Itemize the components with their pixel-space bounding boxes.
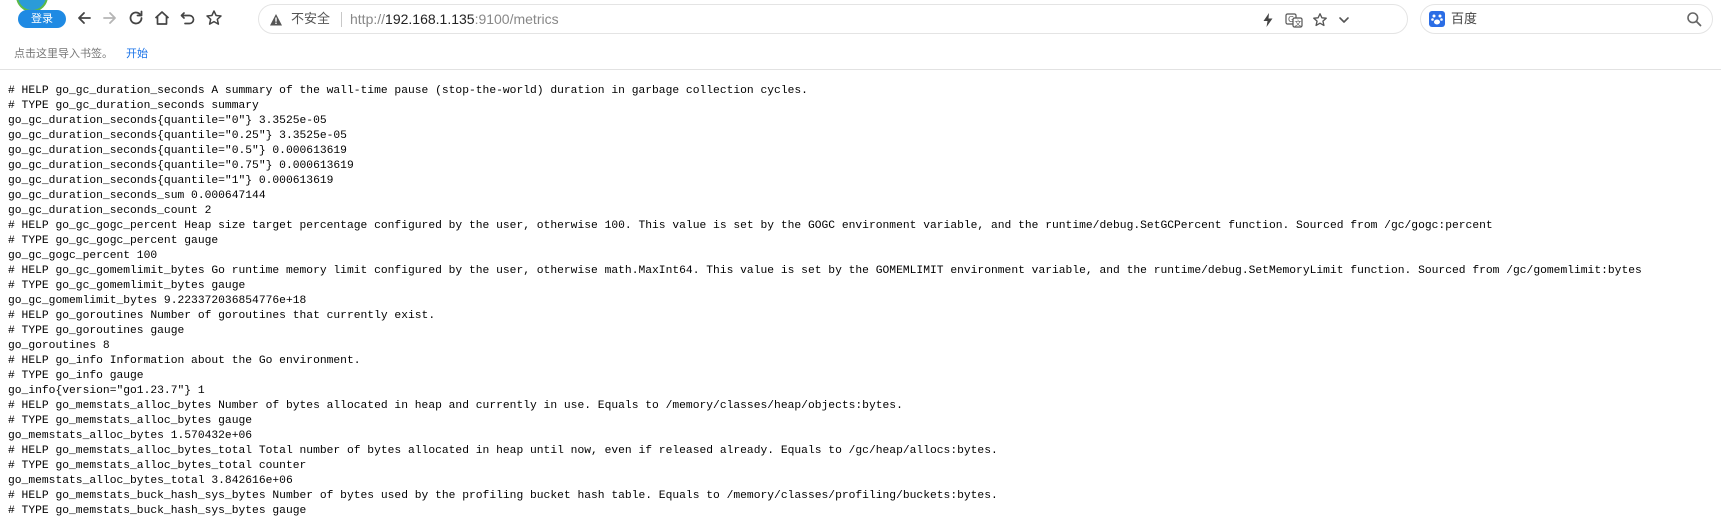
home-icon xyxy=(154,11,170,25)
metrics-line: go_gc_duration_seconds{quantile="1"} 0.0… xyxy=(8,175,334,187)
metrics-line: # HELP go_gc_gogc_percent Heap size targ… xyxy=(8,220,1493,232)
metrics-text: # HELP go_gc_duration_seconds A summary … xyxy=(8,84,1716,519)
metrics-line: # HELP go_goroutines Number of goroutine… xyxy=(8,310,436,322)
metrics-line: # TYPE go_memstats_buck_hash_sys_bytes g… xyxy=(8,505,307,517)
home-button[interactable] xyxy=(150,6,174,30)
metrics-line: go_goroutines 8 xyxy=(8,340,110,352)
back-button[interactable] xyxy=(72,6,96,30)
lightning-icon[interactable] xyxy=(1259,11,1277,29)
bookmarks-start-link[interactable]: 开始 xyxy=(126,47,148,61)
undo-button[interactable] xyxy=(176,6,200,30)
metrics-line: go_gc_gomemlimit_bytes 9.223372036854776… xyxy=(8,295,307,307)
url-text[interactable]: http://192.168.1.135:9100/metrics xyxy=(350,11,559,28)
translate-icon[interactable]: G 文 xyxy=(1285,11,1303,29)
metrics-line: go_gc_duration_seconds{quantile="0"} 3.3… xyxy=(8,115,327,127)
metrics-line: # TYPE go_goroutines gauge xyxy=(8,325,185,337)
search-box[interactable]: 百度 xyxy=(1420,4,1713,34)
bookmarks-bar: 点击这里导入书签。 开始 xyxy=(0,38,1721,70)
magnifier-icon[interactable] xyxy=(1686,11,1702,31)
chevron-down-icon[interactable] xyxy=(1335,11,1353,29)
metrics-line: go_info{version="go1.23.7"} 1 xyxy=(8,385,205,397)
url-host: 192.168.1.135 xyxy=(385,11,475,27)
metrics-line: go_gc_duration_seconds{quantile="0.75"} … xyxy=(8,160,354,172)
arrow-right-icon xyxy=(103,12,116,24)
svg-text:文: 文 xyxy=(1295,19,1302,28)
profile-button[interactable]: 登录 xyxy=(8,0,66,30)
metrics-line: # TYPE go_memstats_alloc_bytes gauge xyxy=(8,415,253,427)
metrics-line: go_gc_duration_seconds_count 2 xyxy=(8,205,212,217)
arrow-left-icon xyxy=(78,12,91,24)
address-divider xyxy=(341,12,342,27)
metrics-line: # HELP go_memstats_alloc_bytes_total Tot… xyxy=(8,445,998,457)
metrics-line: # TYPE go_memstats_alloc_bytes_total cou… xyxy=(8,460,307,472)
star-icon xyxy=(206,10,222,25)
login-badge[interactable]: 登录 xyxy=(18,10,66,28)
metrics-line: # TYPE go_gc_gomemlimit_bytes gauge xyxy=(8,280,246,292)
search-engine-label[interactable]: 百度 xyxy=(1451,11,1477,28)
metrics-line: # HELP go_memstats_buck_hash_sys_bytes N… xyxy=(8,490,998,502)
metrics-line: # HELP go_info Information about the Go … xyxy=(8,355,361,367)
metrics-line: # HELP go_gc_duration_seconds A summary … xyxy=(8,85,808,97)
undo-icon xyxy=(180,12,195,25)
favorites-button[interactable] xyxy=(202,6,226,30)
reload-icon xyxy=(129,10,143,25)
warning-triangle-icon[interactable] xyxy=(269,12,283,31)
reload-button[interactable] xyxy=(124,6,148,30)
paw-icon[interactable] xyxy=(1429,11,1445,27)
metrics-line: go_gc_duration_seconds{quantile="0.25"} … xyxy=(8,130,347,142)
forward-button[interactable] xyxy=(98,6,122,30)
metrics-line: go_gc_duration_seconds_sum 0.000647144 xyxy=(8,190,266,202)
bookmarks-import-hint: 点击这里导入书签。 xyxy=(14,47,113,60)
bookmark-star-icon[interactable] xyxy=(1311,11,1329,29)
metrics-line: go_memstats_alloc_bytes 1.570432e+06 xyxy=(8,430,253,442)
metrics-line: # TYPE go_gc_gogc_percent gauge xyxy=(8,235,219,247)
metrics-line: go_gc_gogc_percent 100 xyxy=(8,250,158,262)
metrics-line: # HELP go_gc_gomemlimit_bytes Go runtime… xyxy=(8,265,1642,277)
metrics-line: go_memstats_alloc_bytes_total 3.842616e+… xyxy=(8,475,293,487)
metrics-line: go_gc_duration_seconds{quantile="0.5"} 0… xyxy=(8,145,347,157)
browser-toolbar: 登录 不安全 http://192.168.1.135:9100/metrics… xyxy=(0,0,1721,38)
address-bar[interactable]: 不安全 http://192.168.1.135:9100/metrics G … xyxy=(258,4,1408,34)
metrics-line: # HELP go_memstats_alloc_bytes Number of… xyxy=(8,400,903,412)
security-status-label[interactable]: 不安全 xyxy=(291,11,330,28)
url-port-path: :9100/metrics xyxy=(474,11,559,27)
metrics-line: # TYPE go_gc_duration_seconds summary xyxy=(8,100,259,112)
metrics-line: # TYPE go_info gauge xyxy=(8,370,144,382)
url-scheme: http:// xyxy=(350,11,386,27)
